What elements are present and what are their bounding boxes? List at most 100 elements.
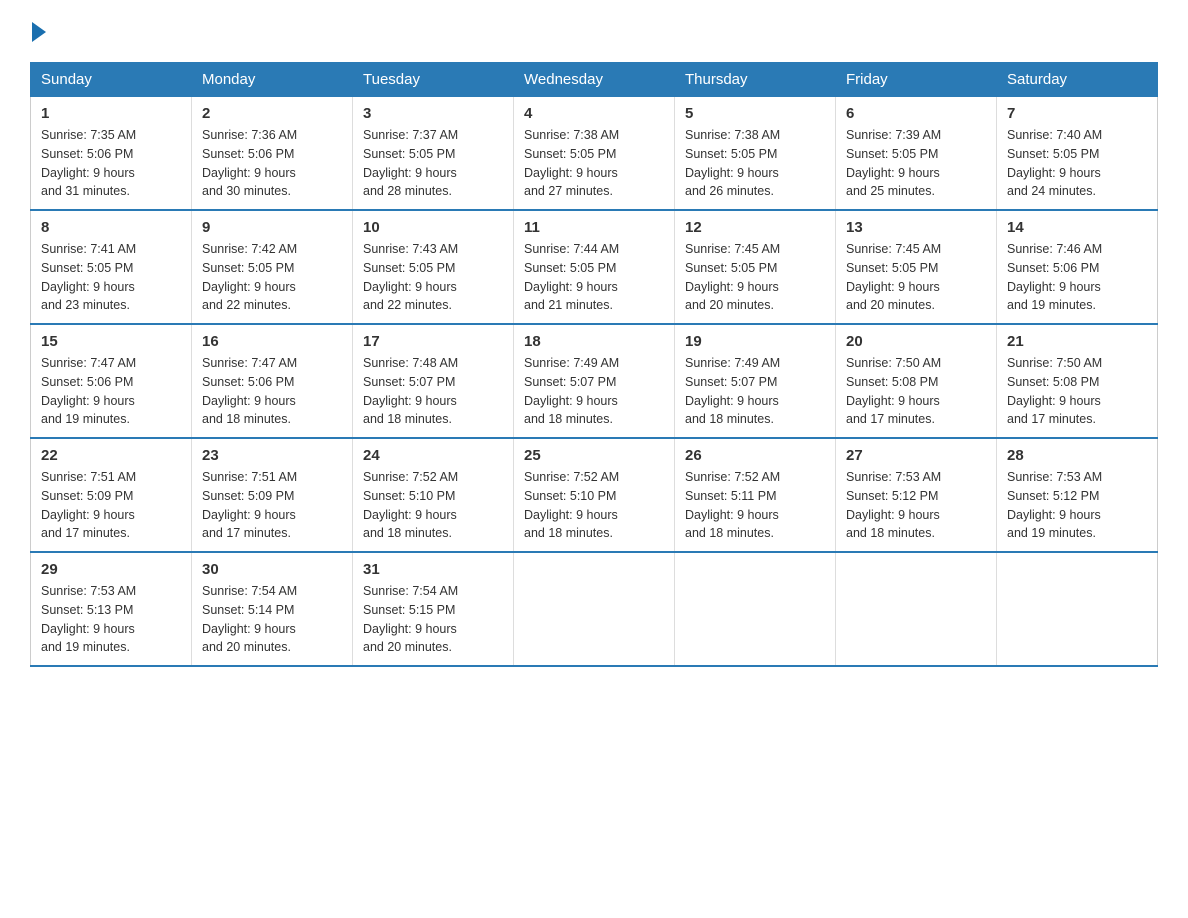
day-number: 27 xyxy=(846,447,986,464)
day-cell: 21 Sunrise: 7:50 AM Sunset: 5:08 PM Dayl… xyxy=(997,324,1158,438)
day-cell: 6 Sunrise: 7:39 AM Sunset: 5:05 PM Dayli… xyxy=(836,97,997,211)
day-detail: Sunrise: 7:38 AM Sunset: 5:05 PM Dayligh… xyxy=(685,126,825,201)
calendar-table: SundayMondayTuesdayWednesdayThursdayFrid… xyxy=(30,62,1158,667)
day-cell: 29 Sunrise: 7:53 AM Sunset: 5:13 PM Dayl… xyxy=(31,552,192,666)
day-cell: 14 Sunrise: 7:46 AM Sunset: 5:06 PM Dayl… xyxy=(997,210,1158,324)
day-detail: Sunrise: 7:47 AM Sunset: 5:06 PM Dayligh… xyxy=(41,354,181,429)
day-number: 16 xyxy=(202,333,342,350)
day-detail: Sunrise: 7:52 AM Sunset: 5:10 PM Dayligh… xyxy=(524,468,664,543)
day-detail: Sunrise: 7:37 AM Sunset: 5:05 PM Dayligh… xyxy=(363,126,503,201)
day-cell xyxy=(836,552,997,666)
day-detail: Sunrise: 7:52 AM Sunset: 5:11 PM Dayligh… xyxy=(685,468,825,543)
day-number: 24 xyxy=(363,447,503,464)
day-number: 28 xyxy=(1007,447,1147,464)
day-detail: Sunrise: 7:49 AM Sunset: 5:07 PM Dayligh… xyxy=(685,354,825,429)
day-detail: Sunrise: 7:35 AM Sunset: 5:06 PM Dayligh… xyxy=(41,126,181,201)
week-row-2: 8 Sunrise: 7:41 AM Sunset: 5:05 PM Dayli… xyxy=(31,210,1158,324)
header-saturday: Saturday xyxy=(997,63,1158,97)
day-cell: 8 Sunrise: 7:41 AM Sunset: 5:05 PM Dayli… xyxy=(31,210,192,324)
day-cell: 1 Sunrise: 7:35 AM Sunset: 5:06 PM Dayli… xyxy=(31,97,192,211)
day-cell: 23 Sunrise: 7:51 AM Sunset: 5:09 PM Dayl… xyxy=(192,438,353,552)
day-cell: 28 Sunrise: 7:53 AM Sunset: 5:12 PM Dayl… xyxy=(997,438,1158,552)
day-number: 1 xyxy=(41,105,181,122)
day-detail: Sunrise: 7:43 AM Sunset: 5:05 PM Dayligh… xyxy=(363,240,503,315)
day-number: 21 xyxy=(1007,333,1147,350)
day-detail: Sunrise: 7:51 AM Sunset: 5:09 PM Dayligh… xyxy=(202,468,342,543)
day-number: 8 xyxy=(41,219,181,236)
day-cell xyxy=(514,552,675,666)
day-cell xyxy=(675,552,836,666)
day-cell: 15 Sunrise: 7:47 AM Sunset: 5:06 PM Dayl… xyxy=(31,324,192,438)
day-number: 18 xyxy=(524,333,664,350)
logo xyxy=(30,20,46,42)
day-cell: 13 Sunrise: 7:45 AM Sunset: 5:05 PM Dayl… xyxy=(836,210,997,324)
day-number: 11 xyxy=(524,219,664,236)
day-detail: Sunrise: 7:44 AM Sunset: 5:05 PM Dayligh… xyxy=(524,240,664,315)
day-cell: 24 Sunrise: 7:52 AM Sunset: 5:10 PM Dayl… xyxy=(353,438,514,552)
day-cell: 2 Sunrise: 7:36 AM Sunset: 5:06 PM Dayli… xyxy=(192,97,353,211)
day-cell: 11 Sunrise: 7:44 AM Sunset: 5:05 PM Dayl… xyxy=(514,210,675,324)
day-detail: Sunrise: 7:50 AM Sunset: 5:08 PM Dayligh… xyxy=(1007,354,1147,429)
day-cell: 17 Sunrise: 7:48 AM Sunset: 5:07 PM Dayl… xyxy=(353,324,514,438)
day-detail: Sunrise: 7:40 AM Sunset: 5:05 PM Dayligh… xyxy=(1007,126,1147,201)
day-detail: Sunrise: 7:38 AM Sunset: 5:05 PM Dayligh… xyxy=(524,126,664,201)
day-number: 26 xyxy=(685,447,825,464)
day-number: 7 xyxy=(1007,105,1147,122)
day-detail: Sunrise: 7:54 AM Sunset: 5:14 PM Dayligh… xyxy=(202,582,342,657)
day-detail: Sunrise: 7:47 AM Sunset: 5:06 PM Dayligh… xyxy=(202,354,342,429)
day-number: 3 xyxy=(363,105,503,122)
day-detail: Sunrise: 7:53 AM Sunset: 5:12 PM Dayligh… xyxy=(1007,468,1147,543)
day-detail: Sunrise: 7:48 AM Sunset: 5:07 PM Dayligh… xyxy=(363,354,503,429)
day-number: 9 xyxy=(202,219,342,236)
day-detail: Sunrise: 7:42 AM Sunset: 5:05 PM Dayligh… xyxy=(202,240,342,315)
day-number: 15 xyxy=(41,333,181,350)
day-cell: 19 Sunrise: 7:49 AM Sunset: 5:07 PM Dayl… xyxy=(675,324,836,438)
day-detail: Sunrise: 7:39 AM Sunset: 5:05 PM Dayligh… xyxy=(846,126,986,201)
day-detail: Sunrise: 7:45 AM Sunset: 5:05 PM Dayligh… xyxy=(846,240,986,315)
day-cell: 5 Sunrise: 7:38 AM Sunset: 5:05 PM Dayli… xyxy=(675,97,836,211)
logo-arrow-icon xyxy=(32,22,46,42)
day-detail: Sunrise: 7:51 AM Sunset: 5:09 PM Dayligh… xyxy=(41,468,181,543)
day-cell: 26 Sunrise: 7:52 AM Sunset: 5:11 PM Dayl… xyxy=(675,438,836,552)
day-number: 13 xyxy=(846,219,986,236)
day-number: 25 xyxy=(524,447,664,464)
day-cell: 31 Sunrise: 7:54 AM Sunset: 5:15 PM Dayl… xyxy=(353,552,514,666)
day-detail: Sunrise: 7:53 AM Sunset: 5:13 PM Dayligh… xyxy=(41,582,181,657)
day-number: 20 xyxy=(846,333,986,350)
day-cell: 4 Sunrise: 7:38 AM Sunset: 5:05 PM Dayli… xyxy=(514,97,675,211)
day-detail: Sunrise: 7:49 AM Sunset: 5:07 PM Dayligh… xyxy=(524,354,664,429)
day-number: 2 xyxy=(202,105,342,122)
week-row-3: 15 Sunrise: 7:47 AM Sunset: 5:06 PM Dayl… xyxy=(31,324,1158,438)
header-thursday: Thursday xyxy=(675,63,836,97)
day-cell: 27 Sunrise: 7:53 AM Sunset: 5:12 PM Dayl… xyxy=(836,438,997,552)
day-detail: Sunrise: 7:41 AM Sunset: 5:05 PM Dayligh… xyxy=(41,240,181,315)
day-cell: 22 Sunrise: 7:51 AM Sunset: 5:09 PM Dayl… xyxy=(31,438,192,552)
day-cell: 25 Sunrise: 7:52 AM Sunset: 5:10 PM Dayl… xyxy=(514,438,675,552)
day-cell: 16 Sunrise: 7:47 AM Sunset: 5:06 PM Dayl… xyxy=(192,324,353,438)
day-cell: 30 Sunrise: 7:54 AM Sunset: 5:14 PM Dayl… xyxy=(192,552,353,666)
day-cell: 7 Sunrise: 7:40 AM Sunset: 5:05 PM Dayli… xyxy=(997,97,1158,211)
day-cell: 10 Sunrise: 7:43 AM Sunset: 5:05 PM Dayl… xyxy=(353,210,514,324)
day-detail: Sunrise: 7:36 AM Sunset: 5:06 PM Dayligh… xyxy=(202,126,342,201)
day-cell: 3 Sunrise: 7:37 AM Sunset: 5:05 PM Dayli… xyxy=(353,97,514,211)
day-cell: 18 Sunrise: 7:49 AM Sunset: 5:07 PM Dayl… xyxy=(514,324,675,438)
day-detail: Sunrise: 7:45 AM Sunset: 5:05 PM Dayligh… xyxy=(685,240,825,315)
day-number: 6 xyxy=(846,105,986,122)
day-number: 14 xyxy=(1007,219,1147,236)
header-sunday: Sunday xyxy=(31,63,192,97)
day-detail: Sunrise: 7:46 AM Sunset: 5:06 PM Dayligh… xyxy=(1007,240,1147,315)
day-detail: Sunrise: 7:54 AM Sunset: 5:15 PM Dayligh… xyxy=(363,582,503,657)
day-detail: Sunrise: 7:50 AM Sunset: 5:08 PM Dayligh… xyxy=(846,354,986,429)
day-number: 23 xyxy=(202,447,342,464)
header-friday: Friday xyxy=(836,63,997,97)
week-row-1: 1 Sunrise: 7:35 AM Sunset: 5:06 PM Dayli… xyxy=(31,97,1158,211)
page-header xyxy=(30,20,1158,42)
day-cell: 12 Sunrise: 7:45 AM Sunset: 5:05 PM Dayl… xyxy=(675,210,836,324)
day-number: 30 xyxy=(202,561,342,578)
header-row: SundayMondayTuesdayWednesdayThursdayFrid… xyxy=(31,63,1158,97)
day-detail: Sunrise: 7:52 AM Sunset: 5:10 PM Dayligh… xyxy=(363,468,503,543)
day-cell xyxy=(997,552,1158,666)
day-number: 17 xyxy=(363,333,503,350)
day-number: 31 xyxy=(363,561,503,578)
day-number: 19 xyxy=(685,333,825,350)
